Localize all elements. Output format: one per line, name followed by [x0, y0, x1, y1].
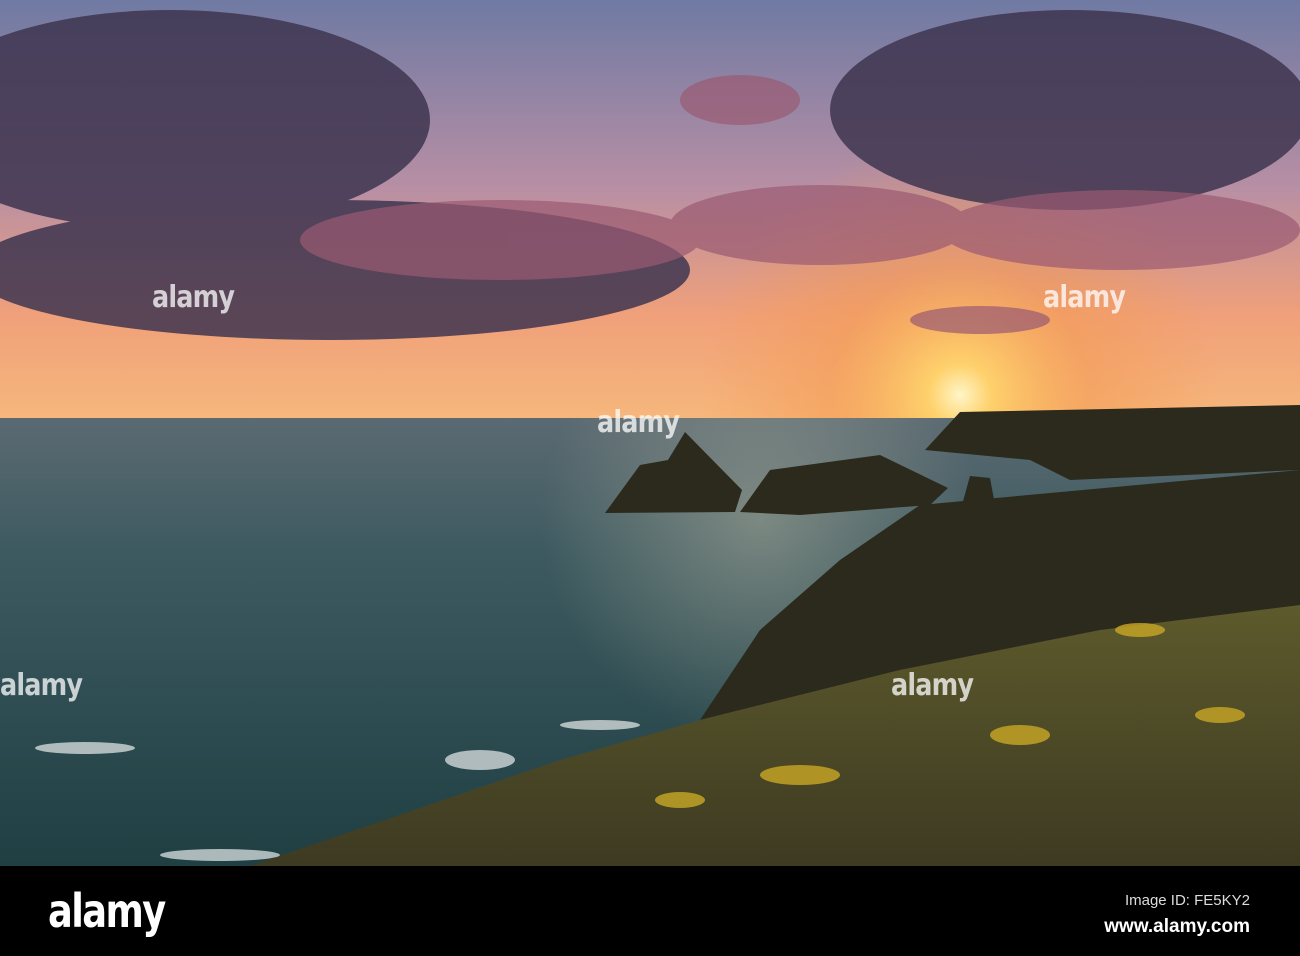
watermark: alamy	[152, 280, 235, 315]
watermark: alamy	[0, 668, 83, 703]
watermark: alamy	[1043, 280, 1126, 315]
footer-bar: alamy Image ID: FE5KY2 www.alamy.com	[0, 866, 1300, 956]
website-url: www.alamy.com	[1104, 916, 1250, 937]
image-id: Image ID: FE5KY2	[1124, 892, 1250, 909]
watermark: alamy	[891, 668, 974, 703]
alamy-logo: alamy	[48, 884, 166, 938]
watermark: alamy	[597, 405, 680, 440]
